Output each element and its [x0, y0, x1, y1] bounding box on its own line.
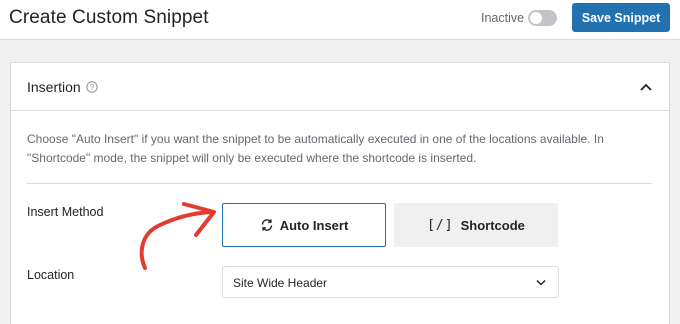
chevron-down-icon [536, 279, 546, 286]
code-icon: [/] [427, 217, 454, 233]
insert-method-label: Insert Method [27, 205, 104, 219]
auto-insert-label: Auto Insert [279, 217, 349, 233]
insertion-description: Choose "Auto Insert" if you want the sni… [27, 132, 604, 165]
top-bar: Create Custom Snippet Inactive Save Snip… [0, 0, 680, 40]
shortcode-label: Shortcode [460, 217, 525, 233]
page-title: Create Custom Snippet [9, 7, 209, 28]
save-snippet-button[interactable]: Save Snippet [572, 3, 670, 32]
location-value: Site Wide Header [233, 276, 328, 290]
location-select[interactable]: Site Wide Header [222, 266, 559, 298]
status-label: Inactive [481, 11, 525, 25]
location-label: Location [27, 268, 75, 282]
toggle-knob [530, 12, 542, 24]
svg-text:?: ? [90, 83, 95, 92]
shortcode-button[interactable]: [/] Shortcode [394, 203, 558, 247]
chevron-up-icon[interactable] [639, 82, 653, 92]
insertion-panel: Insertion ? Choose "Auto Insert" if you … [10, 62, 670, 324]
refresh-icon [260, 218, 274, 232]
section-title: Insertion [27, 79, 81, 95]
insertion-panel-header[interactable]: Insertion ? [11, 63, 669, 111]
auto-insert-button[interactable]: Auto Insert [222, 203, 386, 247]
divider [27, 183, 652, 184]
help-icon[interactable]: ? [86, 81, 98, 93]
active-toggle[interactable] [528, 10, 557, 26]
